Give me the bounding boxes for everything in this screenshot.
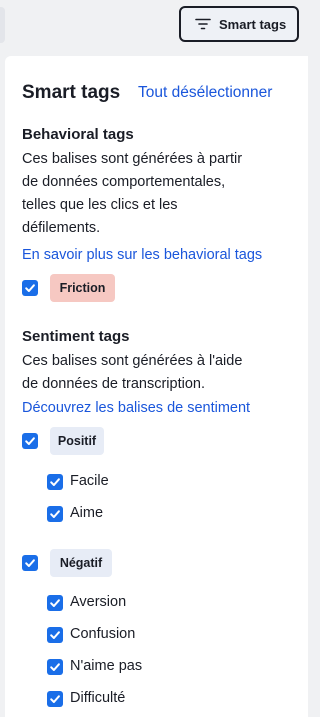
facile-checkbox[interactable]	[47, 474, 63, 490]
panel-title: Smart tags	[22, 82, 121, 103]
checkmark-icon	[50, 510, 60, 518]
aversion-label: Aversion	[70, 594, 127, 610]
top-toolbar: Smart tags	[0, 0, 308, 52]
negatif-tag-badge: Négatif	[50, 549, 112, 577]
behavioral-tags-heading: Behavioral tags	[22, 126, 134, 143]
smart-tags-button[interactable]: Smart tags	[179, 6, 299, 42]
difficulte-checkbox[interactable]	[47, 691, 63, 707]
naime-pas-checkbox[interactable]	[47, 659, 63, 675]
checkmark-icon	[50, 631, 60, 639]
sentiment-learn-more-link[interactable]: Découvrez les balises de sentiment	[22, 400, 250, 416]
friction-tag-badge: Friction	[50, 274, 115, 302]
behavioral-learn-more-link[interactable]: En savoir plus sur les behavioral tags	[22, 247, 262, 263]
naime-pas-label: N'aime pas	[70, 658, 143, 674]
sentiment-tags-heading: Sentiment tags	[22, 328, 130, 345]
positif-tag-badge: Positif	[50, 427, 104, 455]
confusion-checkbox[interactable]	[47, 627, 63, 643]
aime-label: Aime	[70, 505, 104, 521]
checkmark-icon	[50, 478, 60, 486]
smart-tags-button-label: Smart tags	[219, 16, 287, 32]
facile-label: Facile	[70, 473, 109, 489]
checkmark-icon	[25, 559, 35, 567]
difficulte-label: Difficulté	[70, 690, 126, 706]
aversion-checkbox[interactable]	[47, 595, 63, 611]
checkmark-icon	[50, 695, 60, 703]
confusion-label: Confusion	[70, 626, 136, 642]
checkmark-icon	[25, 437, 35, 445]
negatif-checkbox[interactable]	[22, 555, 38, 571]
behavioral-description: Ces balises sont générées à partir de do…	[22, 151, 243, 236]
sentiment-description: Ces balises sont générées à l'aide de do…	[22, 353, 243, 392]
checkmark-icon	[25, 284, 35, 292]
smart-tags-panel: Smart tags Tout désélectionner Behaviora…	[5, 56, 308, 717]
friction-checkbox[interactable]	[22, 280, 38, 296]
checkmark-icon	[50, 599, 60, 607]
deselect-all-link[interactable]: Tout désélectionner	[138, 84, 272, 102]
filter-icon	[195, 18, 211, 30]
aime-checkbox[interactable]	[47, 506, 63, 522]
adjacent-control-edge	[0, 7, 5, 43]
checkmark-icon	[50, 663, 60, 671]
positif-checkbox[interactable]	[22, 433, 38, 449]
